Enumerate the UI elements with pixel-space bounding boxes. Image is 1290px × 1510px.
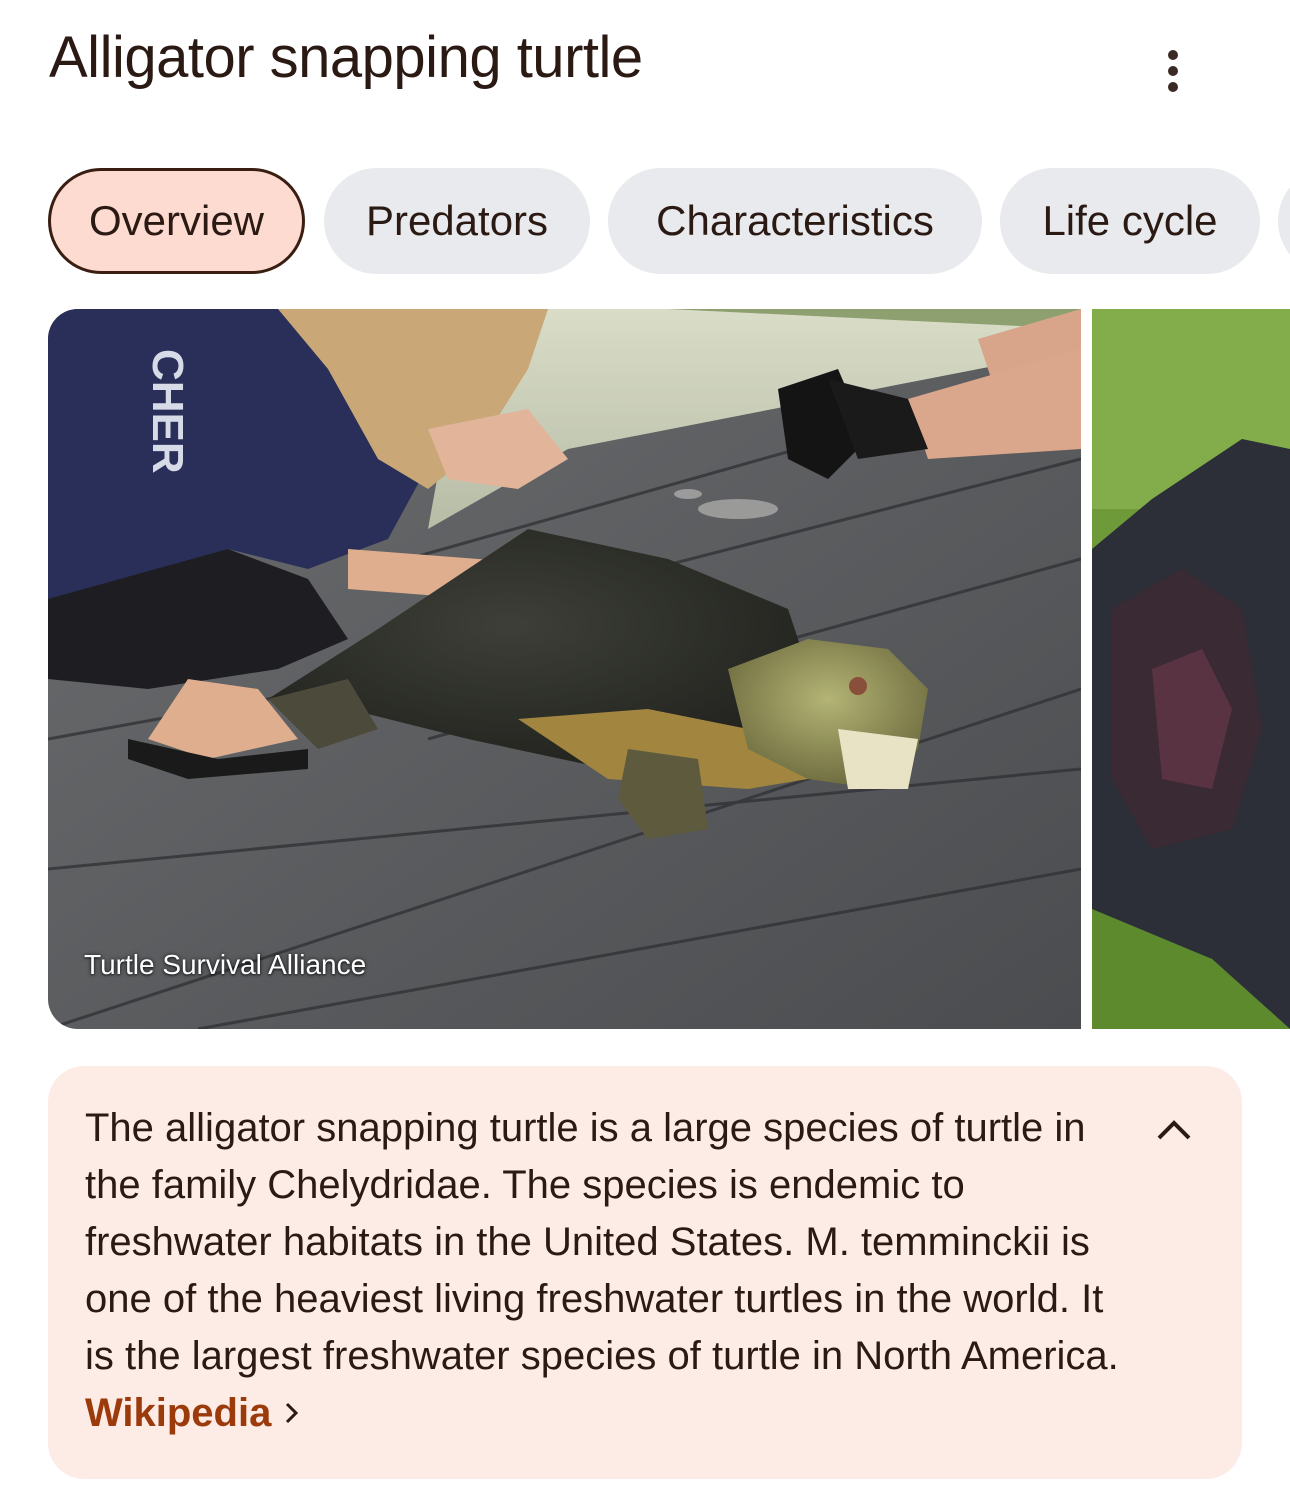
tab-next-partial[interactable]	[1278, 168, 1290, 274]
tab-characteristics[interactable]: Characteristics	[608, 168, 982, 274]
main-image[interactable]: CHER Turtle Survival Alliance	[48, 309, 1081, 1029]
tab-predators[interactable]: Predators	[324, 168, 590, 274]
description-text: The alligator snapping turtle is a large…	[85, 1106, 1119, 1378]
description-paragraph: The alligator snapping turtle is a large…	[85, 1100, 1122, 1442]
description-card: The alligator snapping turtle is a large…	[48, 1066, 1242, 1479]
more-vert-icon	[1168, 50, 1178, 60]
more-options-button[interactable]	[1148, 44, 1198, 98]
collapse-button[interactable]	[1152, 1110, 1196, 1150]
svg-text:CHER: CHER	[143, 349, 192, 474]
tab-overview[interactable]: Overview	[48, 168, 305, 274]
wikipedia-link[interactable]: Wikipedia	[85, 1391, 302, 1435]
image-caption: Turtle Survival Alliance	[84, 949, 367, 980]
wikipedia-link-label: Wikipedia	[85, 1391, 272, 1435]
chevron-right-icon	[286, 1402, 299, 1424]
chevron-up-icon	[1157, 1120, 1191, 1140]
turtle-photo: CHER	[48, 309, 1081, 1029]
image-carousel: CHER Turtle Survival Alliance	[48, 309, 1290, 1029]
second-image[interactable]	[1092, 309, 1290, 1029]
turtle-photo-secondary	[1092, 309, 1290, 1029]
tab-life-cycle[interactable]: Life cycle	[1000, 168, 1260, 274]
tab-bar: Overview Predators Characteristics Life …	[48, 168, 1290, 276]
page-title: Alligator snapping turtle	[49, 25, 643, 90]
